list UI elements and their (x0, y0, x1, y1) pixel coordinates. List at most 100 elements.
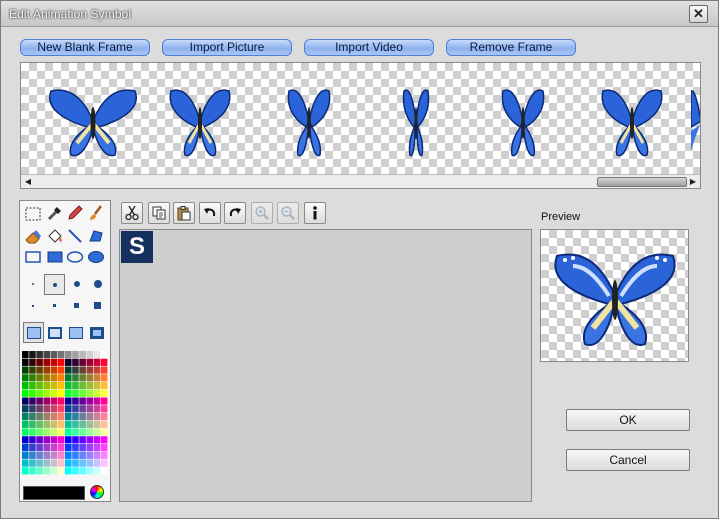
palette-swatch[interactable] (43, 459, 51, 467)
drawing-canvas[interactable]: S (119, 229, 532, 502)
palette-swatch[interactable] (36, 374, 43, 382)
palette-swatch[interactable] (29, 436, 36, 444)
palette-swatch[interactable] (93, 428, 101, 436)
palette-swatch[interactable] (29, 413, 36, 421)
palette-swatch[interactable] (79, 467, 86, 475)
scroll-thumb[interactable] (597, 177, 687, 187)
palette-swatch[interactable] (86, 374, 94, 382)
frame-thumbnail[interactable] (501, 81, 545, 161)
palette-swatch[interactable] (43, 382, 51, 390)
filled-ellipse-icon[interactable] (87, 248, 105, 266)
palette-swatch[interactable] (79, 428, 86, 436)
palette-swatch[interactable] (22, 413, 29, 421)
palette-swatch[interactable] (43, 436, 51, 444)
palette-swatch[interactable] (50, 451, 58, 459)
palette-swatch[interactable] (57, 382, 65, 390)
palette-swatch[interactable] (93, 451, 101, 459)
palette-swatch[interactable] (86, 467, 94, 475)
palette-swatch[interactable] (29, 374, 36, 382)
copy-button[interactable] (148, 202, 170, 224)
palette-swatch[interactable] (100, 428, 108, 436)
palette-swatch[interactable] (29, 351, 36, 359)
undo-button[interactable] (199, 202, 221, 224)
palette-swatch[interactable] (100, 351, 108, 359)
palette-swatch[interactable] (50, 351, 58, 359)
select-rect-icon[interactable] (24, 205, 42, 223)
palette-swatch[interactable] (43, 444, 51, 452)
palette-swatch[interactable] (100, 420, 108, 428)
palette-swatch[interactable] (43, 397, 51, 405)
palette-swatch[interactable] (57, 413, 65, 421)
palette-swatch[interactable] (57, 444, 65, 452)
palette-swatch[interactable] (57, 366, 65, 374)
palette-swatch[interactable] (57, 389, 65, 397)
palette-swatch[interactable] (65, 366, 72, 374)
palette-swatch[interactable] (29, 397, 36, 405)
palette-swatch[interactable] (57, 459, 65, 467)
palette-swatch[interactable] (36, 382, 43, 390)
palette-swatch[interactable] (72, 428, 79, 436)
frame-thumbnail[interactable] (691, 81, 700, 161)
palette-swatch[interactable] (72, 366, 79, 374)
palette-swatch[interactable] (36, 420, 43, 428)
pen-size-3[interactable] (68, 299, 86, 313)
palette-swatch[interactable] (50, 413, 58, 421)
palette-swatch[interactable] (65, 389, 72, 397)
palette-swatch[interactable] (65, 428, 72, 436)
frame-thumbnail[interactable] (287, 81, 331, 161)
close-button[interactable]: ✕ (689, 5, 708, 23)
palette-swatch[interactable] (93, 351, 101, 359)
palette-swatch[interactable] (36, 467, 43, 475)
palette-swatch[interactable] (22, 389, 29, 397)
palette-swatch[interactable] (72, 444, 79, 452)
palette-swatch[interactable] (65, 358, 72, 366)
palette-swatch[interactable] (65, 413, 72, 421)
palette-swatch[interactable] (79, 444, 86, 452)
palette-swatch[interactable] (22, 467, 29, 475)
palette-swatch[interactable] (65, 405, 72, 413)
palette-swatch[interactable] (50, 459, 58, 467)
palette-swatch[interactable] (65, 451, 72, 459)
palette-swatch[interactable] (93, 382, 101, 390)
palette-swatch[interactable] (43, 467, 51, 475)
color-wheel-icon[interactable] (90, 485, 104, 499)
redo-button[interactable] (224, 202, 246, 224)
import-video-button[interactable]: Import Video (304, 39, 434, 56)
palette-swatch[interactable] (65, 420, 72, 428)
palette-swatch[interactable] (100, 374, 108, 382)
palette-swatch[interactable] (93, 413, 101, 421)
palette-swatch[interactable] (72, 420, 79, 428)
palette-swatch[interactable] (79, 358, 86, 366)
filled-rectangle-icon[interactable] (46, 248, 64, 266)
palette-swatch[interactable] (100, 451, 108, 459)
color-palette[interactable] (22, 351, 108, 475)
palette-swatch[interactable] (86, 351, 94, 359)
palette-swatch[interactable] (79, 459, 86, 467)
brush-size-2[interactable] (44, 274, 65, 295)
brush-icon[interactable] (87, 204, 105, 222)
zoom-in-button[interactable] (251, 202, 273, 224)
eraser-icon[interactable] (24, 227, 42, 245)
ok-button[interactable]: OK (566, 409, 690, 431)
palette-swatch[interactable] (65, 459, 72, 467)
palette-swatch[interactable] (100, 444, 108, 452)
palette-swatch[interactable] (36, 397, 43, 405)
palette-swatch[interactable] (57, 397, 65, 405)
palette-swatch[interactable] (65, 467, 72, 475)
palette-swatch[interactable] (50, 374, 58, 382)
palette-swatch[interactable] (86, 413, 94, 421)
palette-swatch[interactable] (22, 358, 29, 366)
palette-swatch[interactable] (93, 444, 101, 452)
fill-style-outline-only[interactable] (46, 324, 64, 342)
frame-thumbnail[interactable] (402, 81, 430, 161)
palette-swatch[interactable] (93, 366, 101, 374)
palette-swatch[interactable] (93, 459, 101, 467)
palette-swatch[interactable] (100, 366, 108, 374)
palette-swatch[interactable] (57, 436, 65, 444)
palette-swatch[interactable] (50, 382, 58, 390)
palette-swatch[interactable] (100, 459, 108, 467)
palette-swatch[interactable] (43, 451, 51, 459)
palette-swatch[interactable] (79, 351, 86, 359)
scroll-right-icon[interactable]: ▶ (686, 175, 700, 189)
palette-swatch[interactable] (43, 351, 51, 359)
